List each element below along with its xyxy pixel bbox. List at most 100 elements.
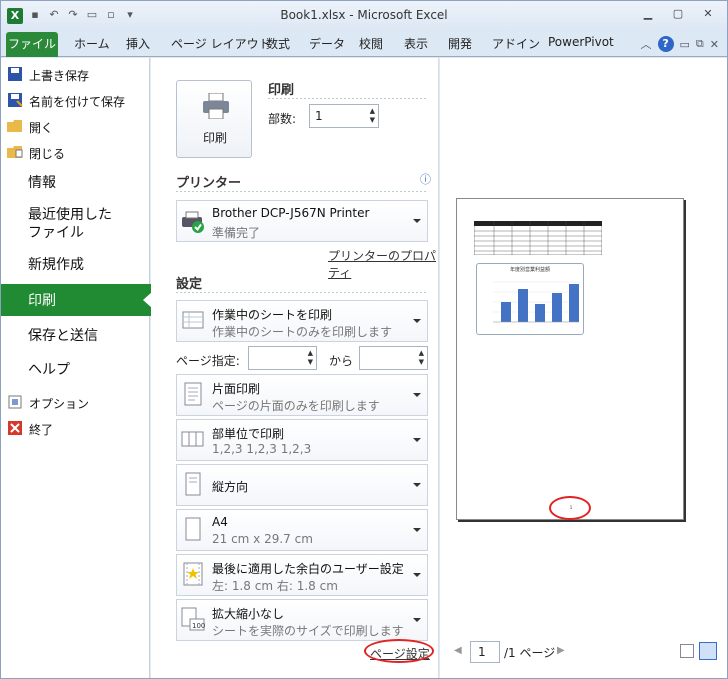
doc-minimize-icon[interactable]: ▭ <box>680 38 690 51</box>
stepper-arrows-icon[interactable]: ▲ ▼ <box>419 349 424 367</box>
custom-margins-icon <box>183 562 203 586</box>
margins-dropdown[interactable]: 最後に適用した余白のユーザー設定 左: 1.8 cm 右: 1.8 cm <box>176 554 428 596</box>
printer-properties-link[interactable]: プリンターのプロパティ <box>328 247 438 281</box>
tab-insert[interactable]: 挿入 <box>126 35 150 52</box>
printer-dropdown[interactable]: Brother DCP-J567N Printer 準備完了 <box>176 200 428 242</box>
paper-icon <box>185 517 201 541</box>
stepper-arrows-icon[interactable]: ▲ ▼ <box>370 107 375 125</box>
stepper-arrows-icon[interactable]: ▲ ▼ <box>308 349 313 367</box>
doc-restore-icon[interactable]: ⧉ <box>696 37 704 51</box>
nav-info[interactable]: 情報 <box>28 174 56 192</box>
preview-page: 年度別営業利益額 1 <box>456 198 684 520</box>
nav-save-send[interactable]: 保存と送信 <box>28 327 98 345</box>
title-bar: X ▪ ↶ ↷ ▭ ▫ ▾ Book1.xlsx - Microsoft Exc… <box>1 1 727 31</box>
nav-open[interactable]: 開く <box>7 119 53 136</box>
preview-pager: ◀ 1 /1 ページ ▶ <box>440 638 727 668</box>
nav-help[interactable]: ヘルプ <box>28 361 70 379</box>
save-icon <box>8 67 22 81</box>
ribbon-right-controls: ︿ ? ▭ ⧉ ✕ <box>641 36 719 52</box>
chevron-down-icon <box>413 438 421 442</box>
close-icon[interactable]: ✕ <box>695 5 721 23</box>
paper-size-dropdown[interactable]: A4 21 cm x 29.7 cm <box>176 509 428 551</box>
preview-chart-bars <box>493 281 579 323</box>
close-folder-icon <box>7 146 23 158</box>
no-scaling-icon: 100 <box>181 607 205 631</box>
collate-dropdown[interactable]: 部単位で印刷 1,2,3 1,2,3 1,2,3 <box>176 419 428 461</box>
sides-dropdown[interactable]: 片面印刷 ページの片面のみを印刷します <box>176 374 428 416</box>
nav-print[interactable]: 印刷 <box>1 284 152 316</box>
preview-bar <box>535 304 545 322</box>
save-as-icon <box>8 93 23 107</box>
chevron-down-icon <box>413 219 421 223</box>
prev-page-icon[interactable]: ◀ <box>454 645 462 656</box>
options-icon <box>8 395 22 409</box>
print-button-label: 印刷 <box>202 131 227 145</box>
print-button[interactable]: 印刷 <box>176 80 252 158</box>
one-sided-icon <box>184 382 202 406</box>
exit-icon <box>8 421 22 435</box>
preview-bar <box>518 289 528 322</box>
show-margins-icon[interactable] <box>680 644 694 658</box>
nav-close[interactable]: 閉じる <box>7 145 65 162</box>
nav-new[interactable]: 新規作成 <box>28 256 84 274</box>
tab-developer[interactable]: 開発 <box>448 35 472 52</box>
next-page-icon[interactable]: ▶ <box>557 645 565 656</box>
nav-recent[interactable]: 最近使用した ファイル <box>28 206 112 242</box>
printer-icon <box>203 93 229 119</box>
nav-save-as[interactable]: 名前を付けて保存 <box>8 93 125 110</box>
pages-to-label: から <box>329 354 354 368</box>
page-number-input[interactable]: 1 <box>470 641 500 663</box>
print-section-title: 印刷 <box>268 83 295 98</box>
preview-bar <box>501 302 511 322</box>
nav-exit[interactable]: 終了 <box>8 421 53 438</box>
zoom-to-page-icon[interactable] <box>699 642 717 660</box>
tab-page-layout[interactable]: ページ レイアウト <box>171 35 271 52</box>
window-controls: ▁ ▢ ✕ <box>635 5 721 23</box>
divider <box>268 98 428 99</box>
print-settings-panel: 印刷 印刷 部数: 1 ▲ ▼ プリンター ⓘ Brother DCP-J567N… <box>151 58 439 678</box>
copies-stepper[interactable]: 1 ▲ ▼ <box>309 104 379 128</box>
svg-text:100: 100 <box>192 622 205 630</box>
tab-home[interactable]: ホーム <box>74 35 110 52</box>
tab-file[interactable]: ファイル <box>6 32 58 57</box>
divider <box>176 191 428 192</box>
printer-section-title: プリンター <box>176 176 242 191</box>
ribbon-collapse-icon[interactable]: ︿ <box>641 36 652 52</box>
pages-to-stepper[interactable]: ▲ ▼ <box>359 346 428 370</box>
maximize-icon[interactable]: ▢ <box>665 5 691 23</box>
scaling-dropdown[interactable]: 100 拡大縮小なし シートを実際のサイズで印刷します <box>176 599 428 641</box>
chevron-down-icon <box>413 319 421 323</box>
preview-bar <box>552 293 562 322</box>
sheet-icon <box>182 311 204 329</box>
printer-name: Brother DCP-J567N Printer <box>212 206 370 220</box>
info-icon[interactable]: ⓘ <box>420 171 431 187</box>
printer-status: 準備完了 <box>212 226 261 240</box>
preview-table <box>474 221 602 255</box>
highlight-circle <box>364 639 434 663</box>
nav-options[interactable]: オプション <box>8 395 89 412</box>
print-what-dropdown[interactable]: 作業中のシートを印刷 作業中のシートのみを印刷します <box>176 300 428 342</box>
print-preview-panel: 年度別営業利益額 1 ◀ 1 /1 ページ ▶ <box>440 58 727 678</box>
collated-icon <box>181 431 204 447</box>
tab-addins[interactable]: アドイン <box>492 35 540 52</box>
preview-bar <box>569 284 579 322</box>
tab-view[interactable]: 表示 <box>404 35 428 52</box>
help-icon[interactable]: ? <box>657 36 674 52</box>
tab-powerpivot[interactable]: PowerPivot <box>548 35 614 49</box>
tab-formulas[interactable]: 数式 <box>266 35 290 52</box>
open-folder-icon <box>7 120 22 132</box>
orientation-dropdown[interactable]: 縦方向 <box>176 464 428 506</box>
chevron-down-icon <box>413 573 421 577</box>
nav-save[interactable]: 上書き保存 <box>8 67 89 84</box>
minimize-icon[interactable]: ▁ <box>635 5 661 23</box>
copies-value: 1 <box>315 109 323 123</box>
excel-window: X ▪ ↶ ↷ ▭ ▫ ▾ Book1.xlsx - Microsoft Exc… <box>0 0 728 679</box>
doc-close-icon[interactable]: ✕ <box>710 38 719 51</box>
pages-from-stepper[interactable]: ▲ ▼ <box>248 346 317 370</box>
tab-data[interactable]: データ <box>309 35 345 52</box>
highlight-circle <box>549 496 591 520</box>
chevron-down-icon <box>413 528 421 532</box>
page-total: /1 ページ <box>504 646 556 660</box>
divider <box>176 292 428 293</box>
tab-review[interactable]: 校閲 <box>359 35 383 52</box>
